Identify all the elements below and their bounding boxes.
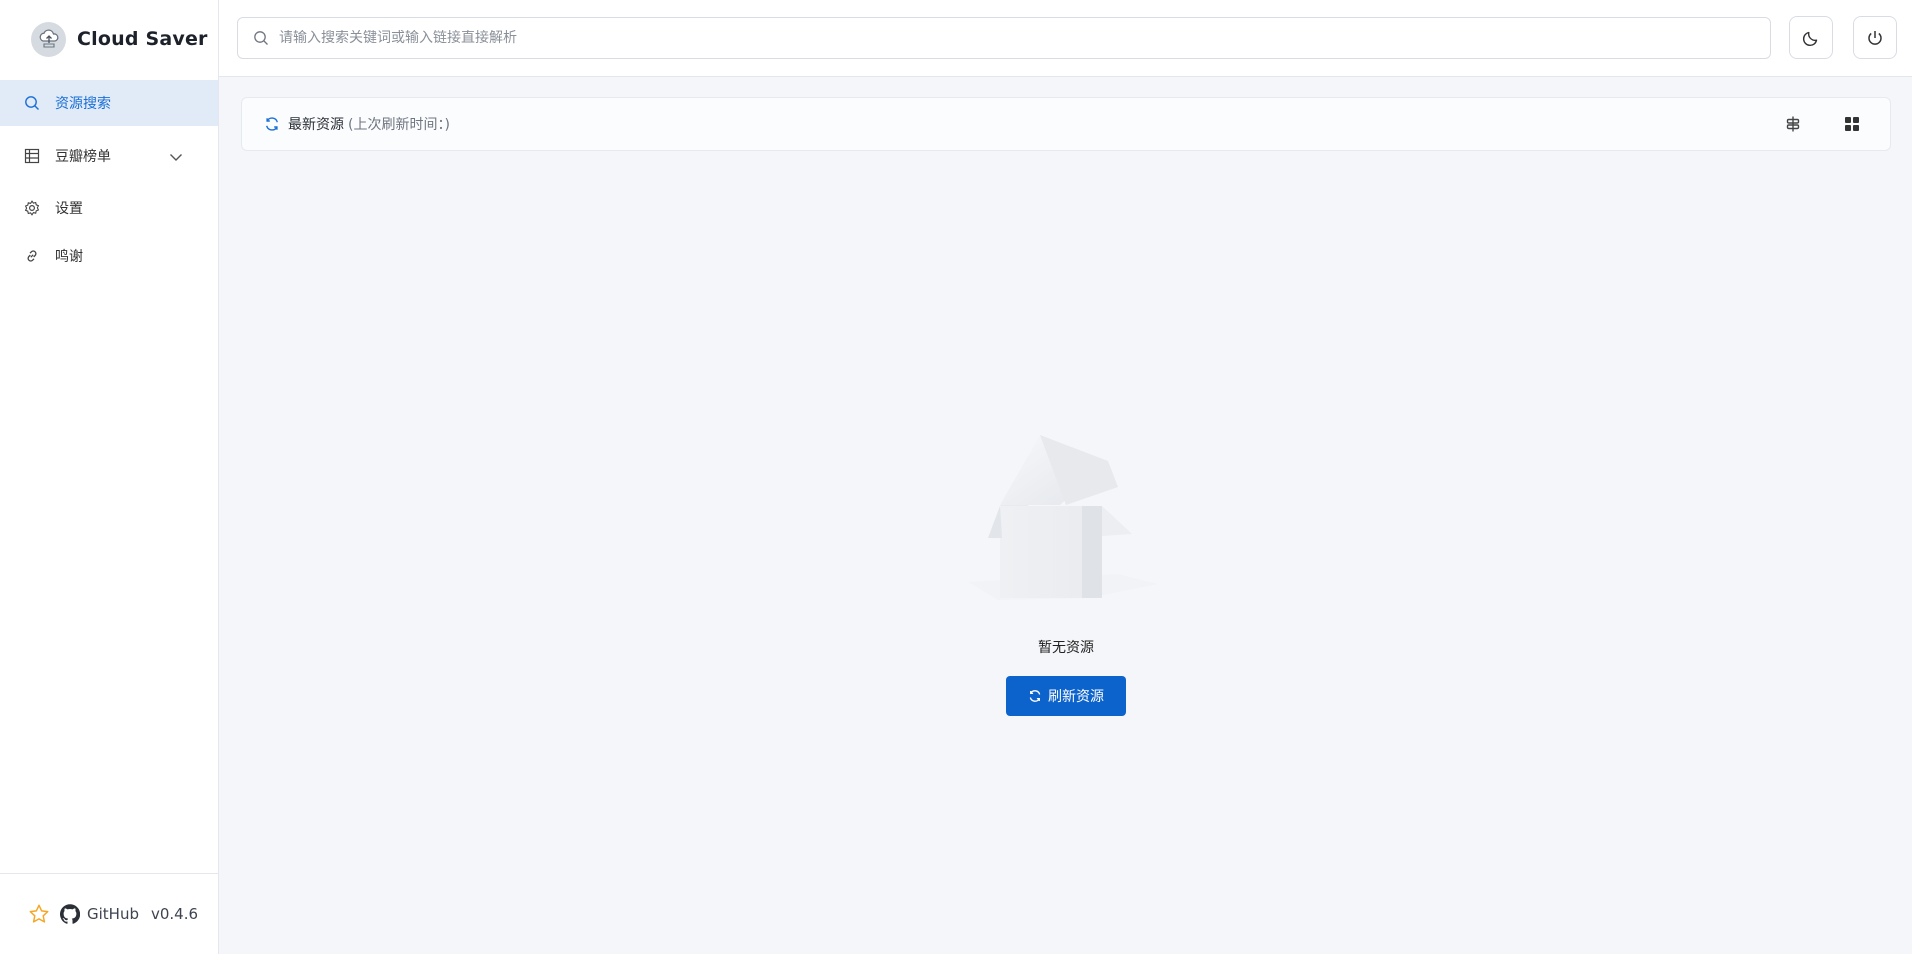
link-icon bbox=[24, 248, 40, 264]
github-link[interactable]: GitHub bbox=[87, 905, 139, 923]
empty-state-message: 暂无资源 bbox=[1038, 640, 1094, 656]
sidebar: Cloud Saver 资源搜索 豆瓣榜单 设置 鸣谢 GitHub v0.4.… bbox=[0, 0, 219, 954]
empty-box-illustration bbox=[960, 400, 1170, 605]
sidebar-item-label: 豆瓣榜单 bbox=[55, 149, 111, 165]
app-logo bbox=[31, 21, 66, 57]
topbar bbox=[219, 0, 1912, 77]
latest-resources-header: 最新资源 (上次刷新时间：) bbox=[241, 97, 1891, 151]
sidebar-item-label: 设置 bbox=[55, 201, 83, 217]
version-label: v0.4.6 bbox=[150, 905, 199, 923]
search-icon bbox=[24, 95, 40, 111]
filter-settings-icon[interactable] bbox=[1784, 115, 1802, 133]
section-title: 最新资源 bbox=[288, 117, 344, 133]
sidebar-item-douban-rankings[interactable]: 豆瓣榜单 bbox=[0, 133, 218, 179]
grid-view-icon[interactable] bbox=[1843, 115, 1861, 133]
sidebar-item-label: 资源搜索 bbox=[55, 96, 111, 112]
theme-toggle-button[interactable] bbox=[1789, 16, 1833, 59]
sidebar-item-thanks[interactable]: 鸣谢 bbox=[0, 233, 218, 279]
sidebar-item-label: 鸣谢 bbox=[55, 249, 83, 265]
last-refresh-time: (上次刷新时间：) bbox=[348, 117, 450, 133]
refresh-icon bbox=[1028, 689, 1042, 703]
refresh-resources-button[interactable]: 刷新资源 bbox=[1006, 676, 1126, 716]
brand[interactable]: Cloud Saver bbox=[0, 0, 218, 78]
search-box[interactable] bbox=[237, 17, 1771, 59]
moon-icon bbox=[1802, 29, 1820, 47]
sidebar-footer: GitHub v0.4.6 bbox=[0, 873, 218, 954]
power-icon bbox=[1866, 29, 1884, 47]
grid-table-icon bbox=[24, 148, 40, 164]
refresh-button-label: 刷新资源 bbox=[1048, 688, 1104, 704]
gear-icon bbox=[24, 200, 40, 216]
star-icon[interactable] bbox=[28, 903, 50, 925]
app-title: Cloud Saver bbox=[77, 28, 208, 50]
search-input[interactable] bbox=[279, 30, 1770, 46]
sidebar-item-settings[interactable]: 设置 bbox=[0, 185, 218, 231]
refresh-icon[interactable] bbox=[264, 116, 280, 132]
sidebar-item-resource-search[interactable]: 资源搜索 bbox=[0, 80, 218, 126]
search-icon bbox=[253, 30, 269, 46]
github-icon[interactable] bbox=[60, 904, 80, 924]
logout-button[interactable] bbox=[1853, 16, 1897, 59]
chevron-down-icon[interactable] bbox=[168, 149, 184, 169]
